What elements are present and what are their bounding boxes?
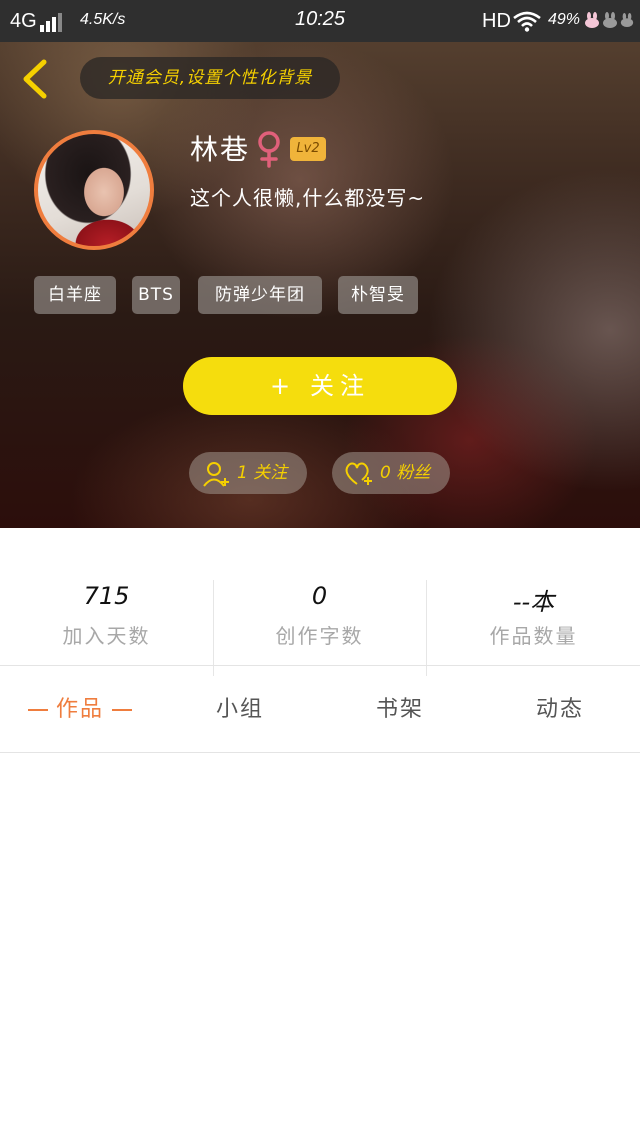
vip-background-banner[interactable]: 开通会员,设置个性化背景 [80,57,340,99]
tab-bookshelf[interactable]: 书架 [350,690,450,730]
divider [0,665,640,666]
bio-text: 这个人很懒,什么都没写~ [190,186,426,210]
follow-button[interactable]: + 关注 [183,357,457,415]
profile-tag[interactable]: 防弹少年团 [198,276,322,314]
username: 林巷 [190,133,251,166]
follow-button-label: 关注 [310,372,371,400]
stat-label: 加入天数 [62,624,151,648]
stat-value: 715 [83,582,130,610]
status-bar: 4G 4.5K/s 10:25 HD 49% [0,0,640,42]
tab-label: 作品 [55,697,104,722]
hd-indicator: HD [482,10,511,32]
user-plus-icon [203,462,229,487]
tab-works[interactable]: 作品 [10,690,150,730]
plus-icon: + [269,372,297,400]
fans-label: 0 粉丝 [380,463,431,483]
battery-bunny-icon [585,12,599,28]
chevron-left-icon[interactable] [14,56,54,102]
clock: 10:25 [294,8,346,30]
heart-plus-icon [345,462,372,485]
fans-count-button[interactable]: 0 粉丝 [332,452,450,494]
stats-row: 715 加入天数 0 创作字数 --本 作品数量 [0,528,640,676]
following-count-button[interactable]: 1 关注 [189,452,307,494]
profile-tag[interactable]: 朴智旻 [338,276,418,314]
stat-label: 创作字数 [275,624,364,648]
wifi-icon [513,11,541,32]
battery-level: 49% [548,11,581,28]
avatar[interactable] [34,130,154,250]
female-symbol-icon [258,131,280,168]
stat-label: 作品数量 [489,624,578,648]
tab-groups[interactable]: 小组 [190,690,290,730]
level-badge: Lv2 [290,137,326,161]
stat-join-days: 715 加入天数 [0,528,213,666]
works-content-area [0,753,640,1138]
profile-tag[interactable]: BTS [132,276,180,314]
stat-value: --本 [512,588,555,616]
tab-activity[interactable]: 动态 [510,690,610,730]
battery-bunny-icon [603,12,617,28]
stat-word-count: 0 创作字数 [213,528,426,666]
profile-tag[interactable]: 白羊座 [34,276,116,314]
stat-works-count: --本 作品数量 [427,528,640,666]
following-label: 1 关注 [237,463,288,483]
battery-bunny-icon [620,13,634,27]
stat-value: 0 [311,582,328,610]
